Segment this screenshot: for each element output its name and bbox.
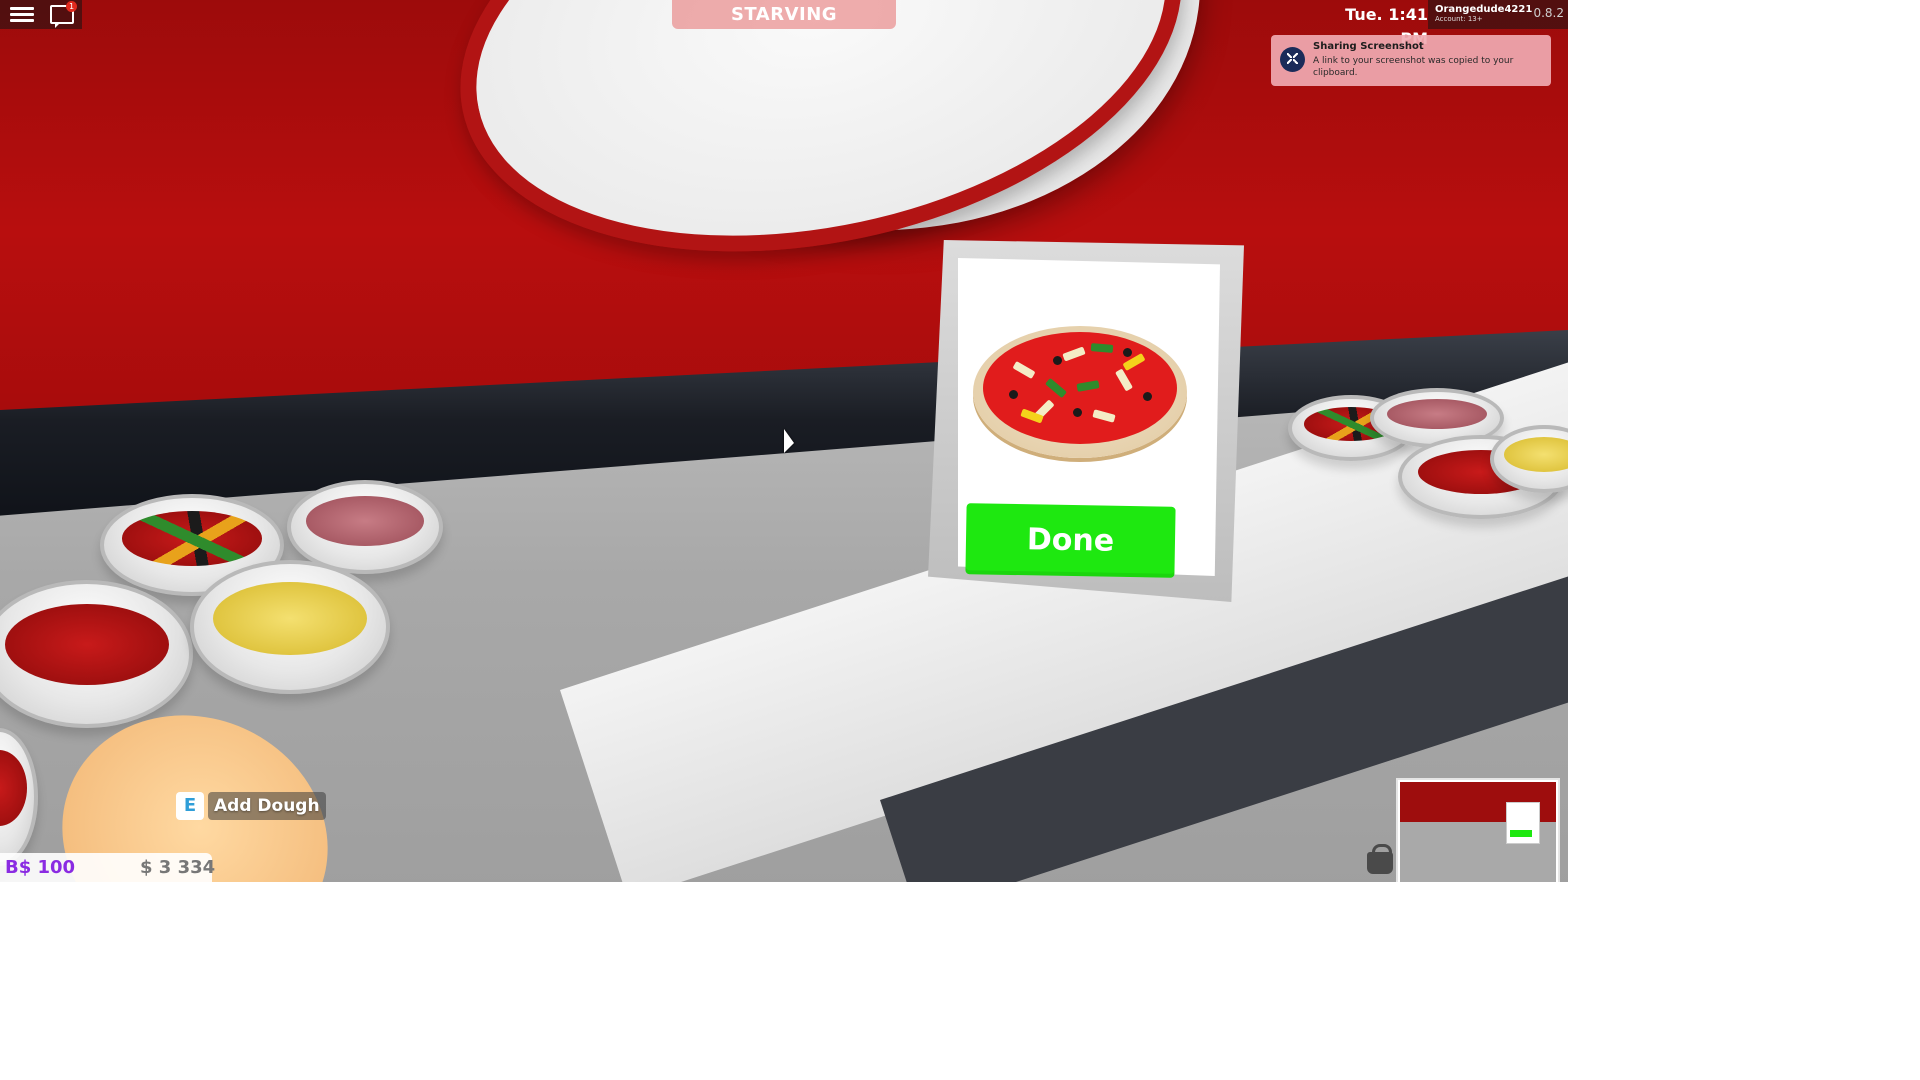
hud-top-left: 1 xyxy=(0,0,82,29)
pizza-olive xyxy=(1073,408,1082,417)
pizza-olive xyxy=(1143,392,1152,401)
veggie-toppings xyxy=(121,511,263,566)
cash-balance: $ 3 334 xyxy=(140,857,216,878)
account-age-label: Account: 13+ xyxy=(1435,15,1483,23)
hamburger-menu-icon[interactable] xyxy=(4,0,40,29)
shopping-basket-icon[interactable] xyxy=(1367,844,1393,874)
action-label: Add Dough xyxy=(208,792,326,820)
notification-body: A link to your screenshot was copied to … xyxy=(1313,56,1514,78)
cheese-topping xyxy=(213,581,367,655)
game-clock: Tue. 1:41 PM xyxy=(1345,5,1428,48)
pizza-olive xyxy=(1053,356,1062,365)
pizza-olive xyxy=(1009,390,1018,399)
account-name: Orangedude4221 xyxy=(1435,4,1533,15)
preview-done-button xyxy=(1510,830,1532,837)
chat-button[interactable]: 1 xyxy=(44,0,80,29)
tomato-sauce xyxy=(0,750,27,826)
ham-topping xyxy=(305,496,425,546)
dropbox-icon xyxy=(1280,47,1305,72)
action-key-badge: E xyxy=(176,792,204,820)
screenshot-preview-thumbnail[interactable] xyxy=(1396,778,1560,882)
tomato-sauce xyxy=(4,603,169,685)
bloxbux-balance: B$ 100 xyxy=(5,857,76,878)
mouse-cursor-icon xyxy=(784,429,794,453)
add-dough-prompt[interactable]: E Add Dough xyxy=(176,791,326,821)
ingredient-bowl-ham[interactable] xyxy=(287,480,443,574)
preview-card xyxy=(1506,802,1540,844)
ingredient-bowl-cheese[interactable] xyxy=(190,560,390,694)
hunger-status: STARVING xyxy=(672,0,896,29)
order-pizza-image xyxy=(973,326,1187,458)
ham-topping xyxy=(1386,399,1488,430)
notification-title: Sharing Screenshot xyxy=(1313,41,1424,52)
game-viewport[interactable]: Done 1 STARVING Tue. 1:41 PM Orangedude4… xyxy=(0,0,1568,882)
pizza-olive xyxy=(1123,348,1132,357)
version-label: 0.8.2 xyxy=(1533,6,1564,20)
chat-notification-badge: 1 xyxy=(66,1,77,12)
done-button[interactable]: Done xyxy=(965,503,1176,578)
cheese-topping xyxy=(1504,437,1568,473)
